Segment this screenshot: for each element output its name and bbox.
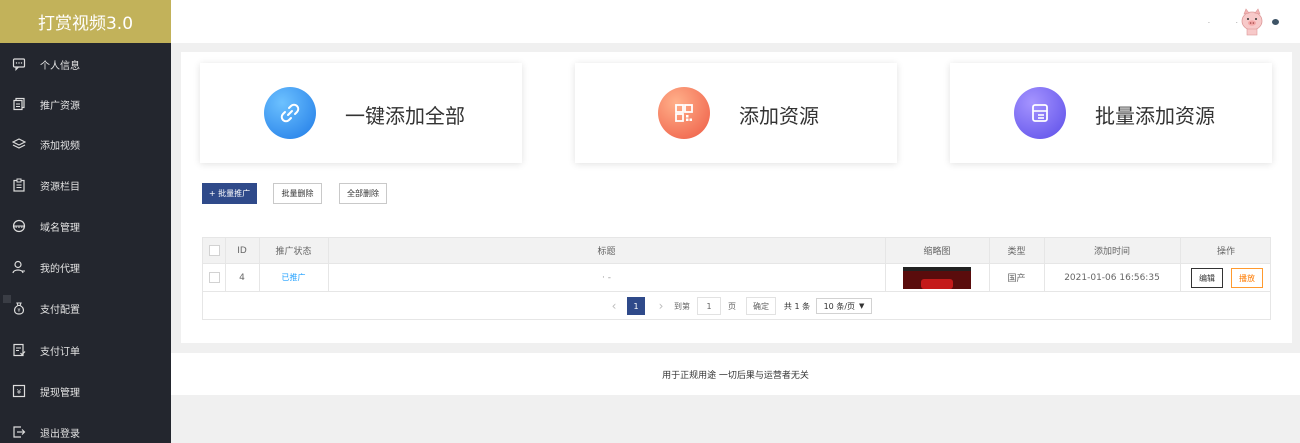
sidebar-item-label: 支付订单 (40, 346, 80, 358)
page-unit: 页 (728, 301, 736, 311)
batch-delete-button[interactable]: 批量删除 (273, 183, 322, 204)
sidebar-item-label: 退出登录 (40, 428, 80, 440)
header-checkbox-cell (203, 238, 225, 263)
globe-icon: www (12, 219, 26, 233)
sidebar-item-label: 域名管理 (40, 222, 80, 234)
sidebar-item-label: 提现管理 (40, 387, 80, 399)
row-id: 4 (239, 272, 245, 283)
row-title: · - (602, 272, 611, 283)
col-time: 添加时间 (1093, 247, 1130, 257)
pagination: ‹ 1 › 到第 1 页 确定 共 1 条 10 条/页 ▼ (202, 292, 1271, 320)
app-logo-title: 打赏视频3.0 (0, 0, 171, 43)
current-page[interactable]: 1 (627, 297, 645, 315)
footer: 用于正规用途 一切后果与运营者无关 (171, 353, 1300, 395)
chevron-down-icon: ▼ (859, 302, 865, 310)
batch-add-label: 批量添加资源 (1095, 104, 1215, 128)
qrcode-icon (658, 87, 710, 139)
sidebar-item-promote-resources[interactable]: 推广资源 (0, 84, 171, 124)
sidebar-item-withdrawals[interactable]: ¥ 提现管理 (0, 371, 171, 411)
page-size-value: 10 条/页 (823, 301, 856, 311)
goto-label: 到第 (674, 301, 690, 311)
batch-promote-button[interactable]: + 批量推广 (202, 183, 257, 204)
svg-text:¥: ¥ (17, 388, 22, 396)
sidebar-item-label: 个人信息 (40, 60, 80, 72)
col-status: 推广状态 (275, 247, 312, 257)
order-icon (12, 343, 26, 357)
row-thumbnail[interactable] (903, 267, 971, 289)
col-type: 类型 (1007, 247, 1026, 257)
batch-add-card[interactable]: 批量添加资源 (950, 63, 1272, 163)
main-panel: 一键添加全部 添加资源 批量添加资源 + 批量推广 批量删除 全部删除 ID 推… (181, 52, 1292, 343)
add-all-label: 一键添加全部 (345, 104, 465, 128)
delete-all-button[interactable]: 全部删除 (339, 183, 387, 204)
col-title: 标题 (597, 247, 616, 257)
sidebar-item-label: 推广资源 (40, 100, 80, 112)
link-icon (264, 87, 316, 139)
sidebar-item-payment-config[interactable]: ¥ 支付配置 (0, 288, 171, 328)
sidebar-item-add-video[interactable]: 添加视频 (0, 124, 171, 164)
sidebar-item-profile[interactable]: 个人信息 (0, 44, 171, 84)
select-all-checkbox[interactable] (208, 245, 220, 256)
money-bag-icon: ¥ (12, 301, 26, 315)
goto-page-input[interactable]: 1 (697, 297, 721, 315)
sidebar-item-payment-orders[interactable]: 支付订单 (0, 330, 171, 370)
page-size-select[interactable]: 10 条/页 ▼ (816, 298, 872, 314)
row-type: 国产 (1007, 274, 1026, 284)
add-resource-label: 添加资源 (739, 104, 819, 128)
sidebar-item-label: 我的代理 (40, 263, 80, 275)
next-page-button[interactable]: › (653, 297, 669, 315)
footer-disclaimer: 用于正规用途 一切后果与运营者无关 (662, 370, 809, 381)
table-row: 4 已推广 · - 国产 2021-01-06 16:56:35 编辑 播放 (202, 264, 1271, 292)
row-checkbox-cell (203, 264, 225, 291)
sidebar-item-my-agents[interactable]: 我的代理 (0, 247, 171, 287)
svg-text:¥: ¥ (17, 308, 20, 314)
top-header: · · (171, 0, 1300, 43)
withdraw-icon: ¥ (12, 384, 26, 398)
col-thumb: 缩略图 (923, 247, 951, 257)
col-ops: 操作 (1216, 247, 1235, 257)
sidebar-item-resource-columns[interactable]: 资源栏目 (0, 165, 171, 205)
sidebar-item-logout[interactable]: 退出登录 (0, 412, 171, 443)
svg-text:www: www (14, 224, 25, 229)
add-all-card[interactable]: 一键添加全部 (200, 63, 522, 163)
col-id: ID (237, 245, 247, 256)
chat-icon (12, 57, 26, 71)
pig-avatar-icon[interactable] (1238, 8, 1266, 36)
sidebar-item-label: 支付配置 (40, 304, 80, 316)
sidebar: 打赏视频3.0 个人信息 推广资源 添加视频 资源栏目 www 域名管理 我的代… (0, 0, 171, 443)
copy-icon (12, 97, 26, 111)
prev-page-button[interactable]: ‹ (605, 297, 623, 315)
menu-eye-icon[interactable] (1272, 19, 1279, 25)
add-resource-card[interactable]: 添加资源 (575, 63, 897, 163)
logout-icon (12, 425, 26, 439)
sidebar-item-label: 资源栏目 (40, 181, 80, 193)
edit-button[interactable]: 编辑 (1191, 268, 1223, 288)
table-header-row: ID 推广状态 标题 缩略图 类型 添加时间 操作 (202, 237, 1271, 264)
sidebar-item-label: 添加视频 (40, 140, 80, 152)
clipboard-icon (12, 178, 26, 192)
sidebar-item-domain-management[interactable]: www 域名管理 (0, 206, 171, 246)
goto-confirm-button[interactable]: 确定 (746, 297, 776, 315)
user-icon (12, 260, 26, 274)
row-status: 已推广 (281, 273, 306, 282)
play-button[interactable]: 播放 (1231, 268, 1263, 288)
layers-icon (12, 137, 26, 151)
row-checkbox[interactable] (208, 272, 220, 283)
total-count: 共 1 条 (783, 301, 811, 311)
list-panel-icon (1014, 87, 1066, 139)
row-time: 2021-01-06 16:56:35 (1064, 272, 1160, 283)
